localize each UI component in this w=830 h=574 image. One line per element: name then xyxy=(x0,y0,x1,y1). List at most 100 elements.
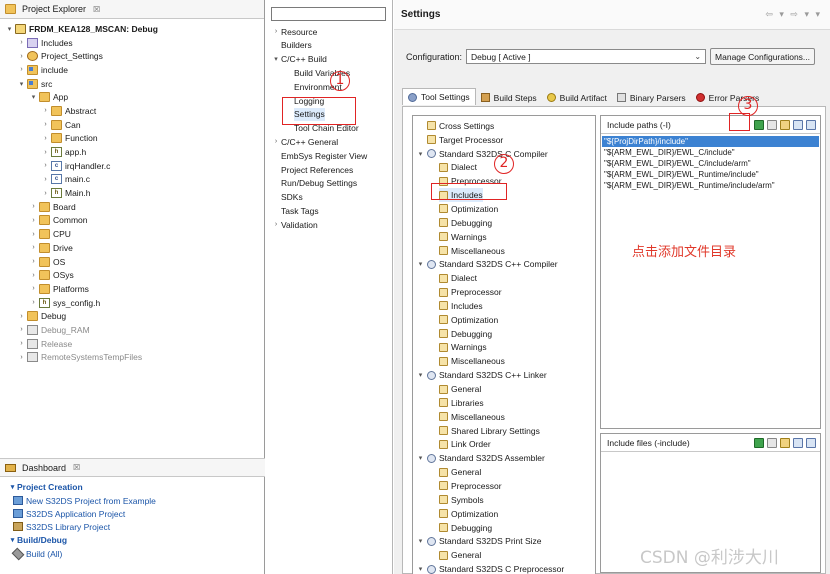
add-path-icon[interactable] xyxy=(754,119,764,130)
expanded-twisty-icon[interactable]: ▾ xyxy=(416,537,425,545)
collapsed-twisty-icon[interactable]: › xyxy=(29,231,38,238)
expanded-twisty-icon[interactable]: ▾ xyxy=(17,80,26,88)
property-page-item[interactable]: EmbSys Register View xyxy=(271,149,367,162)
expanded-twisty-icon[interactable]: ▾ xyxy=(416,454,425,462)
tree-item[interactable]: › h Main.h xyxy=(0,186,264,200)
collapsed-twisty-icon[interactable]: › xyxy=(41,149,50,156)
project-explorer-tab[interactable]: Project Explorer ☒ xyxy=(0,0,264,19)
expanded-twisty-icon[interactable]: ▾ xyxy=(29,93,38,101)
tree-item[interactable]: ▾ FRDM_KEA128_MSCAN: Debug xyxy=(0,22,264,36)
tree-item[interactable]: › Board xyxy=(0,200,264,214)
tool-tree-item[interactable]: Preprocessor xyxy=(439,285,502,299)
tool-tree-item[interactable]: Miscellaneous xyxy=(439,354,505,368)
property-page-item[interactable]: Logging xyxy=(294,94,324,107)
property-page-item[interactable]: Tool Chain Editor xyxy=(294,122,359,135)
tree-item[interactable]: › OSys xyxy=(0,268,264,282)
tool-tree-item[interactable]: Warnings xyxy=(439,341,487,355)
include-path-item[interactable]: "${ARM_EWL_DIR}/EWL_Runtime/include" xyxy=(602,169,819,180)
tab-build-artifact[interactable]: Build Artifact xyxy=(542,90,612,105)
collapsed-twisty-icon[interactable]: › xyxy=(17,53,26,60)
tab-binary-parsers[interactable]: Binary Parsers xyxy=(612,90,691,105)
collapsed-twisty-icon[interactable]: › xyxy=(41,176,50,183)
tool-tree-item[interactable]: General xyxy=(439,548,481,562)
collapsed-twisty-icon[interactable]: › xyxy=(41,121,50,128)
property-page-item[interactable]: › Validation xyxy=(271,218,318,231)
tree-item[interactable]: › Project_Settings xyxy=(0,49,264,63)
tool-tree-item[interactable]: Includes xyxy=(439,299,483,313)
tool-tree-item[interactable]: Optimization xyxy=(439,507,498,521)
tool-tree-item[interactable]: Debugging xyxy=(439,521,492,535)
property-page-item[interactable]: › C/C++ General xyxy=(271,135,338,148)
property-page-item[interactable]: Task Tags xyxy=(271,204,319,217)
tool-tree-item[interactable]: ▾ Standard S32DS Print Size xyxy=(416,535,542,549)
tree-item[interactable]: ▾ App xyxy=(0,90,264,104)
tree-item[interactable]: › h sys_config.h xyxy=(0,296,264,310)
tool-tree-item[interactable]: Preprocessor xyxy=(439,479,502,493)
tool-tree-item[interactable]: Shared Library Settings xyxy=(439,424,540,438)
expanded-twisty-icon[interactable]: ▾ xyxy=(416,150,425,158)
include-path-item[interactable]: "${ARM_EWL_DIR}/EWL_Runtime/include/arm" xyxy=(602,180,819,191)
tool-tree-item[interactable]: Symbols xyxy=(439,493,484,507)
configuration-select[interactable]: Debug [ Active ] ⌄ xyxy=(466,49,707,64)
move-up-icon[interactable] xyxy=(793,119,803,130)
collapsed-twisty-icon[interactable]: › xyxy=(17,354,26,361)
tree-item[interactable]: › Debug_RAM xyxy=(0,323,264,337)
collapsed-twisty-icon[interactable]: › xyxy=(41,162,50,169)
edit-path-icon[interactable] xyxy=(780,119,790,130)
tool-tree-item[interactable]: Dialect xyxy=(439,271,477,285)
collapsed-twisty-icon[interactable]: › xyxy=(29,272,38,279)
tree-item[interactable]: › OS xyxy=(0,255,264,269)
dashboard-link[interactable]: New S32DS Project from Example xyxy=(0,494,265,507)
tree-item[interactable]: › Release xyxy=(0,337,264,351)
property-page-item[interactable]: Build Variables xyxy=(294,66,350,79)
collapsed-twisty-icon[interactable]: › xyxy=(29,285,38,292)
tool-tree-item[interactable]: Optimization xyxy=(439,313,498,327)
history-nav-arrows[interactable]: ⇦ ▾ ⇨ ▾ ▾ xyxy=(765,9,822,20)
tree-item[interactable]: › RemoteSystemsTempFiles xyxy=(0,351,264,365)
move-up-icon[interactable] xyxy=(793,437,803,448)
collapsed-twisty-icon[interactable]: › xyxy=(41,107,50,114)
tool-tree-item[interactable]: General xyxy=(439,382,481,396)
tool-tree-item[interactable]: Dialect xyxy=(439,161,477,175)
expanded-twisty-icon[interactable]: ▾ xyxy=(416,260,425,268)
property-page-item[interactable]: Settings xyxy=(294,107,325,121)
move-down-icon[interactable] xyxy=(806,437,816,448)
type-filter-input[interactable] xyxy=(271,7,386,21)
tree-item[interactable]: › Can xyxy=(0,118,264,132)
tool-tree-item[interactable]: Miscellaneous xyxy=(439,410,505,424)
delete-path-icon[interactable] xyxy=(767,119,777,130)
tool-tree-item[interactable]: Debugging xyxy=(439,327,492,341)
tab-error-parsers[interactable]: Error Parsers xyxy=(691,90,765,105)
expanded-twisty-icon[interactable]: ▾ xyxy=(271,55,281,63)
tool-tree-item[interactable]: Link Order xyxy=(439,438,491,452)
tool-tree-item[interactable]: Optimization xyxy=(439,202,498,216)
tree-item[interactable]: › Includes xyxy=(0,36,264,50)
tree-item[interactable]: › Platforms xyxy=(0,282,264,296)
tool-tree-item[interactable]: ▾ Standard S32DS Assembler xyxy=(416,451,545,465)
tool-tree-item[interactable]: ▾ Standard S32DS C Preprocessor xyxy=(416,562,564,574)
dashboard-link[interactable]: Build (All) xyxy=(0,547,265,560)
expanded-twisty-icon[interactable]: ▾ xyxy=(8,483,17,491)
tab-build-steps[interactable]: Build Steps xyxy=(476,90,542,105)
collapsed-twisty-icon[interactable]: › xyxy=(29,203,38,210)
add-file-icon[interactable] xyxy=(754,437,764,448)
collapsed-twisty-icon[interactable]: › xyxy=(271,221,281,228)
include-path-item[interactable]: "${ARM_EWL_DIR}/EWL_C/include" xyxy=(602,147,819,158)
dashboard-link[interactable]: S32DS Application Project xyxy=(0,507,265,520)
dashboard-link[interactable]: S32DS Library Project xyxy=(0,520,265,533)
property-page-item[interactable]: › Resource xyxy=(271,25,318,38)
collapsed-twisty-icon[interactable]: › xyxy=(17,326,26,333)
tool-tree-item[interactable]: ▾ Standard S32DS C++ Compiler xyxy=(416,258,558,272)
expanded-twisty-icon[interactable]: ▾ xyxy=(5,25,14,33)
tree-item[interactable]: › Abstract xyxy=(0,104,264,118)
property-page-item[interactable]: SDKs xyxy=(271,191,303,204)
property-page-item[interactable]: Environment xyxy=(294,80,342,93)
tool-tree-item[interactable]: Preprocessor xyxy=(439,174,502,188)
collapsed-twisty-icon[interactable]: › xyxy=(29,217,38,224)
dashboard-section-title[interactable]: ▾ Project Creation xyxy=(0,480,265,494)
tool-tree-item[interactable]: Warnings xyxy=(439,230,487,244)
collapsed-twisty-icon[interactable]: › xyxy=(29,258,38,265)
tool-tree-item[interactable]: Debugging xyxy=(439,216,492,230)
tree-item[interactable]: › h app.h xyxy=(0,145,264,159)
tree-item[interactable]: › c main.c xyxy=(0,173,264,187)
